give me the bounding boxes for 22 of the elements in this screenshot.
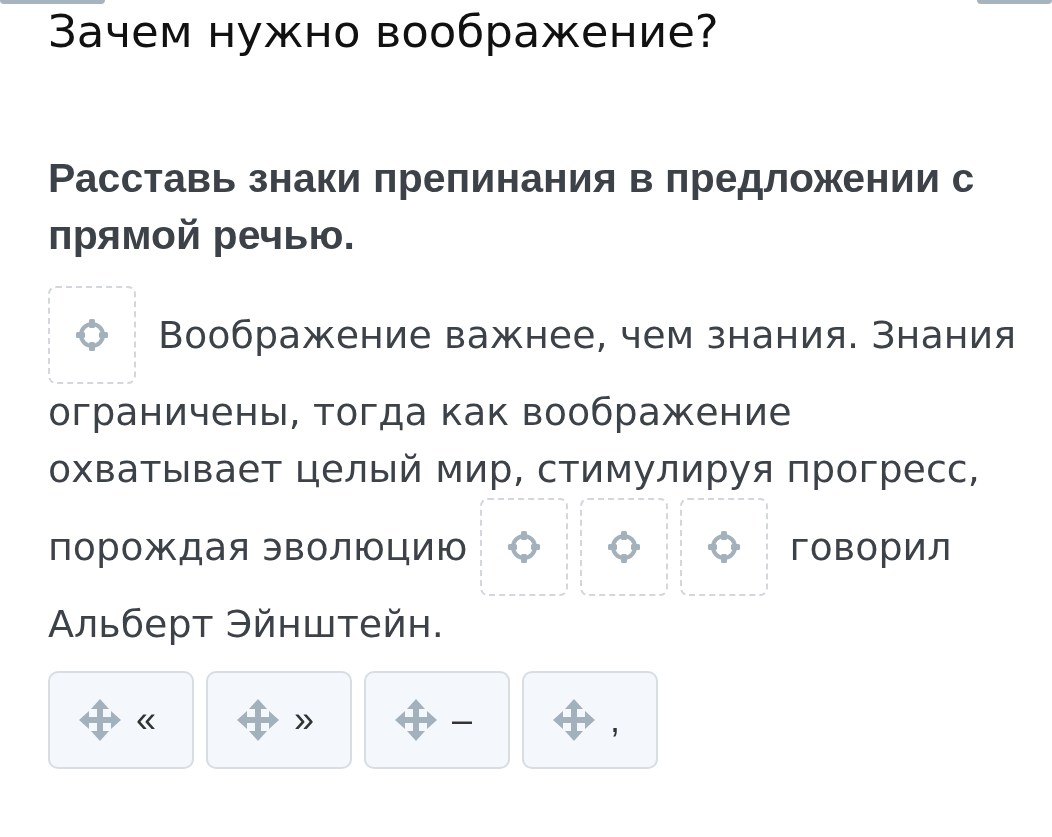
move-icon	[236, 698, 280, 742]
drop-slot[interactable]	[48, 286, 136, 384]
move-icon	[394, 698, 438, 742]
drop-slot[interactable]	[479, 498, 568, 596]
draggable-tile[interactable]: «	[48, 671, 194, 769]
question-title: Зачем нужно воображение?	[48, 4, 720, 60]
sentence-text: говорил	[789, 523, 952, 571]
sentence-text: Воображение важнее, чем знания. Знания	[158, 311, 1017, 359]
draggable-tile[interactable]: ,	[522, 671, 658, 769]
sentence-text: охватывает целый мир, стимулируя прогресс,	[48, 446, 980, 493]
sentence-text: порождая эволюцию	[48, 523, 468, 571]
draggable-tile[interactable]: »	[206, 671, 352, 769]
sentence-text: ограничены, тогда как воображение	[48, 389, 792, 436]
instruction-text: Расставь знаки препинания в предложении с прямой речью.	[48, 154, 976, 260]
draggable-tile[interactable]: –	[364, 671, 510, 769]
move-icon	[78, 698, 122, 742]
cut-off-button[interactable]	[977, 0, 1052, 4]
cut-off-button[interactable]	[0, 0, 105, 4]
drop-slot[interactable]	[579, 498, 668, 596]
move-icon	[552, 698, 596, 742]
drop-slot[interactable]	[679, 498, 768, 596]
sentence-text: Альберт Эйнштейн.	[48, 601, 444, 648]
